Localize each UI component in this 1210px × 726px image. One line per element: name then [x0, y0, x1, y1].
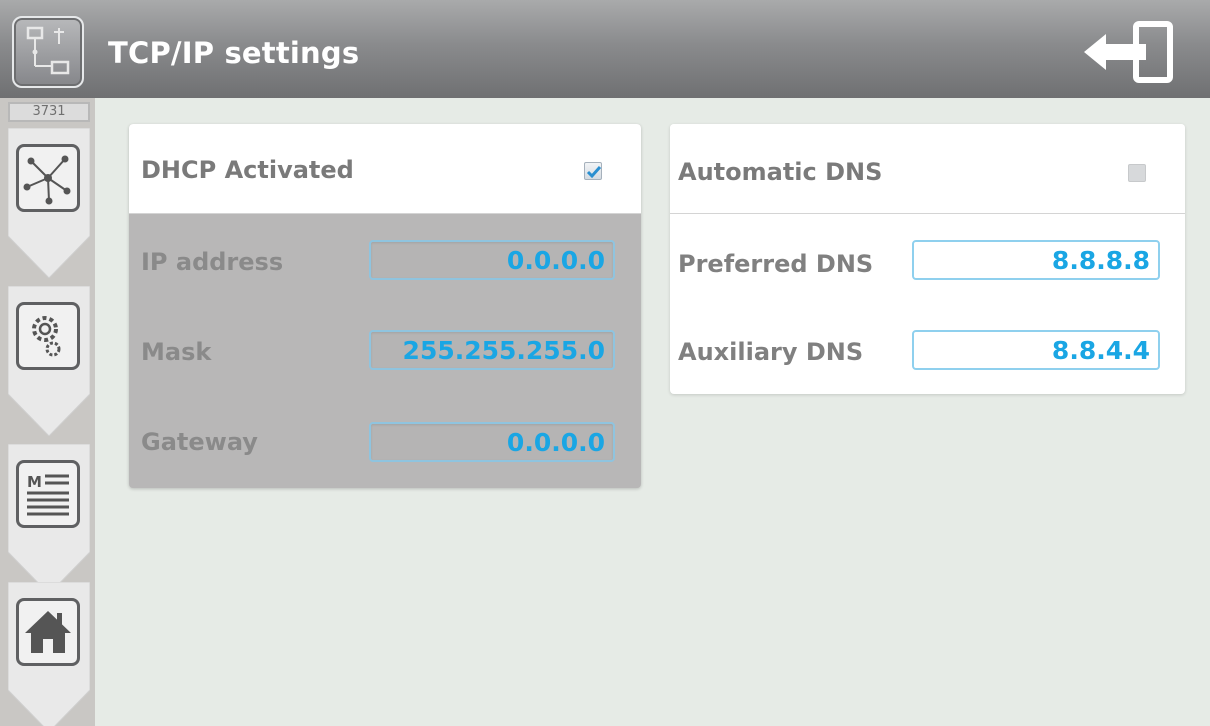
version-badge: 3731: [8, 102, 90, 122]
exit-button[interactable]: [1080, 20, 1176, 84]
page-title: TCP/IP settings: [108, 36, 360, 70]
automatic-dns-checkbox[interactable]: [1128, 164, 1146, 182]
dns-toggle-row[interactable]: Automatic DNS: [670, 124, 1185, 214]
sidebar: 3731 M: [0, 98, 95, 726]
memo-list-icon: M: [16, 460, 80, 528]
title-bar: TCP/IP settings: [0, 0, 1210, 98]
dhcp-panel: DHCP Activated IP address 0.0.0.0 Mask 2…: [129, 124, 641, 488]
dhcp-toggle-row[interactable]: DHCP Activated: [129, 124, 641, 214]
automatic-dns-label: Automatic DNS: [678, 158, 883, 186]
sidebar-item-home[interactable]: [8, 582, 90, 726]
dhcp-label: DHCP Activated: [141, 156, 354, 184]
mask-label: Mask: [141, 338, 212, 366]
ip-address-label: IP address: [141, 248, 284, 276]
gateway-label: Gateway: [141, 428, 258, 456]
network-settings-icon: [12, 16, 84, 88]
ip-address-field[interactable]: 0.0.0.0: [369, 240, 615, 280]
auxiliary-dns-field[interactable]: 8.8.4.4: [912, 330, 1160, 370]
network-topology-icon: [16, 144, 80, 212]
mask-field[interactable]: 255.255.255.0: [369, 330, 615, 370]
home-icon: [16, 598, 80, 666]
auxiliary-dns-label: Auxiliary DNS: [678, 338, 864, 366]
dhcp-checkbox[interactable]: [584, 162, 602, 180]
sidebar-item-settings[interactable]: [8, 286, 90, 436]
gateway-field[interactable]: 0.0.0.0: [369, 422, 615, 462]
sidebar-item-network[interactable]: [8, 128, 90, 278]
dns-panel: Automatic DNS Preferred DNS 8.8.8.8 Auxi…: [670, 124, 1185, 394]
sidebar-item-memo[interactable]: M: [8, 444, 90, 594]
exit-icon: [1084, 21, 1173, 83]
preferred-dns-label: Preferred DNS: [678, 250, 874, 278]
check-icon: [586, 166, 602, 179]
svg-text:M: M: [27, 473, 42, 491]
preferred-dns-field[interactable]: 8.8.8.8: [912, 240, 1160, 280]
gears-icon: [16, 302, 80, 370]
